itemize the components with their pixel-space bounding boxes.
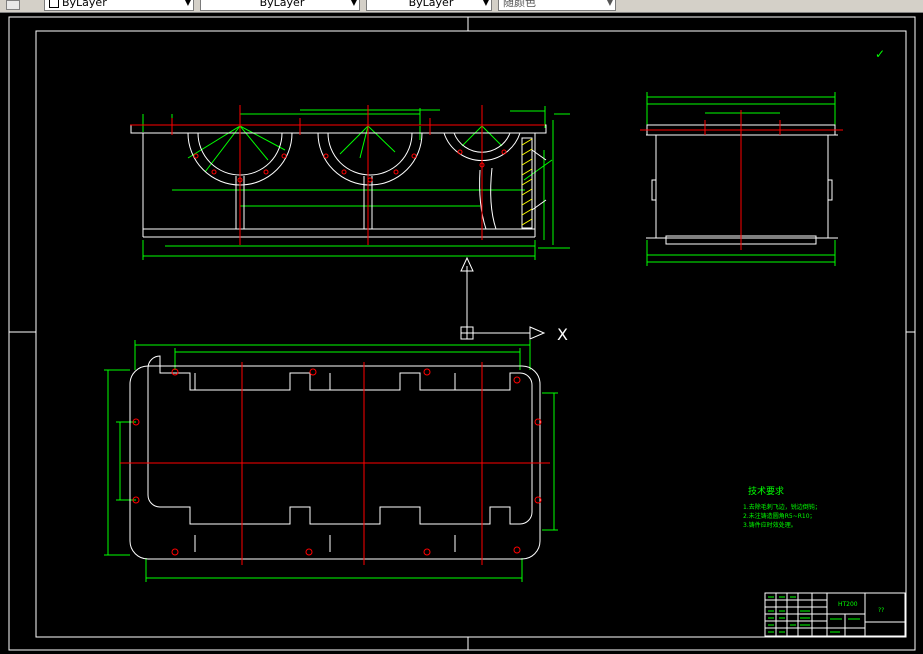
titleblock-material: HT200	[838, 601, 858, 608]
plan-view	[104, 340, 558, 582]
chevron-down-icon: ▼	[184, 0, 191, 7]
layer-icon[interactable]	[6, 0, 20, 10]
ucs-x-label: X	[557, 325, 568, 344]
drawing-canvas[interactable]: ✓ X 技术要求 1.去除毛刺飞边，锐边倒钝； 2.未注铸造圆角R5~R10； …	[0, 12, 923, 654]
linetype-dropdown[interactable]: ByLayer ▼	[44, 0, 194, 11]
tech-note-2: 2.未注铸造圆角R5~R10；	[743, 512, 816, 520]
front-view	[130, 105, 570, 260]
plotstyle-value: ByLayer	[408, 0, 454, 9]
chevron-down-icon: ▼	[482, 0, 489, 7]
title-block: HT200 ??	[764, 592, 906, 637]
tech-requirements-title: 技术要求	[748, 485, 784, 497]
color-value: 随颜色	[503, 0, 536, 9]
ucs-icon	[460, 256, 546, 340]
check-mark: ✓	[875, 47, 885, 61]
chevron-down-icon: ▼	[606, 0, 613, 7]
color-dropdown[interactable]: 随颜色 ▼	[498, 0, 616, 11]
titleblock-drawing-no: ??	[878, 607, 884, 614]
tech-note-1: 1.去除毛刺飞边，锐边倒钝；	[743, 503, 821, 511]
technical-requirements: 技术要求 1.去除毛刺飞边，锐边倒钝； 2.未注铸造圆角R5~R10； 3.铸件…	[743, 485, 821, 529]
lineweight-value: ByLayer	[259, 0, 305, 9]
plotstyle-dropdown[interactable]: ByLayer ▼	[366, 0, 492, 11]
chevron-down-icon: ▼	[350, 0, 357, 7]
side-view	[640, 92, 843, 266]
lineweight-dropdown[interactable]: ByLayer ▼	[200, 0, 360, 11]
linetype-value: ByLayer	[62, 0, 107, 9]
linetype-swatch-icon	[49, 0, 59, 8]
tech-note-3: 3.铸件应时效处理。	[743, 521, 797, 529]
